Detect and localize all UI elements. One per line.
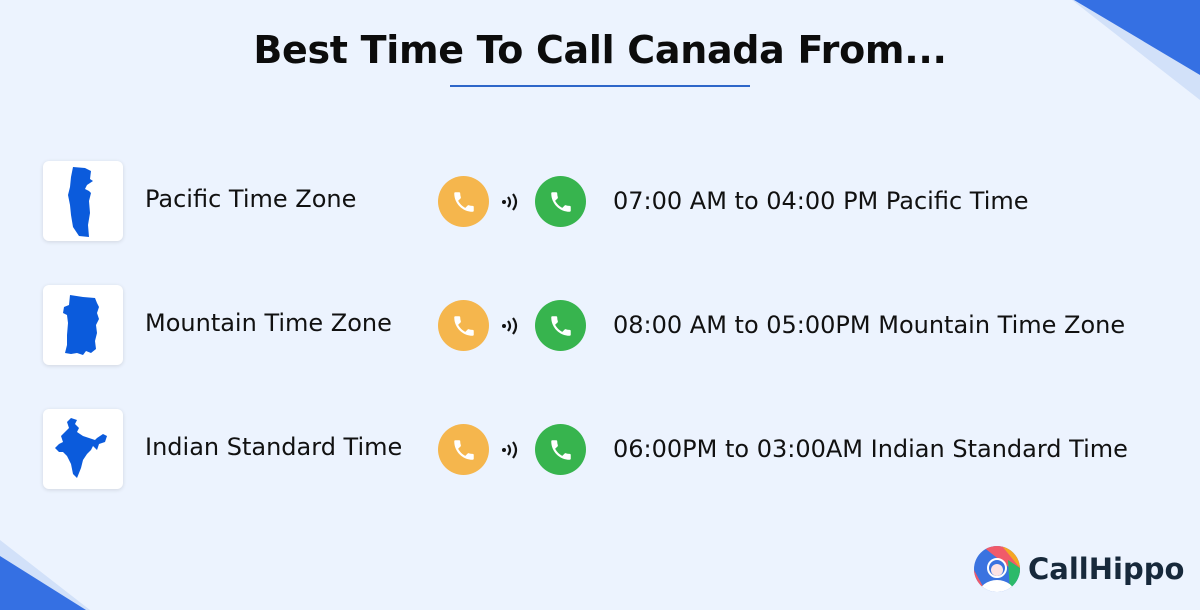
phone-incoming-icon [535,300,586,351]
mountain-region-map-icon [63,295,99,355]
map-card [43,409,123,489]
zone-label: Mountain Time Zone [145,309,392,337]
time-range: 08:00 AM to 05:00PM Mountain Time Zone [613,311,1126,339]
bottom-left-corner-decoration [0,540,90,610]
brand-name: CallHippo [1028,552,1185,586]
timezone-row: Pacific Time Zone 07:00 AM to 04:00 PM P… [0,161,1200,243]
zone-label: Pacific Time Zone [145,185,357,213]
time-range: 06:00PM to 03:00AM Indian Standard Time [613,435,1128,463]
signal-waves-icon [502,193,518,211]
phone-incoming-icon [535,176,586,227]
map-card [43,285,123,365]
time-range: 07:00 AM to 04:00 PM Pacific Time [613,187,1029,215]
title-underline [450,85,750,87]
phone-outgoing-icon [438,424,489,475]
phone-outgoing-icon [438,176,489,227]
pacific-region-map-icon [68,167,93,237]
phone-outgoing-icon [438,300,489,351]
timezone-row: Mountain Time Zone 08:00 AM to 05:00PM M… [0,285,1200,367]
signal-waves-icon [502,441,518,459]
signal-waves-icon [502,317,518,335]
phone-incoming-icon [535,424,586,475]
map-card [43,161,123,241]
timezone-row: Indian Standard Time 06:00PM to 03:00AM … [0,409,1200,491]
zone-label: Indian Standard Time [145,433,403,461]
page-title: Best Time To Call Canada From... [253,28,947,72]
callhippo-logo-icon [974,546,1020,592]
callhippo-logo: CallHippo [974,546,1184,592]
india-map-icon [55,418,107,478]
